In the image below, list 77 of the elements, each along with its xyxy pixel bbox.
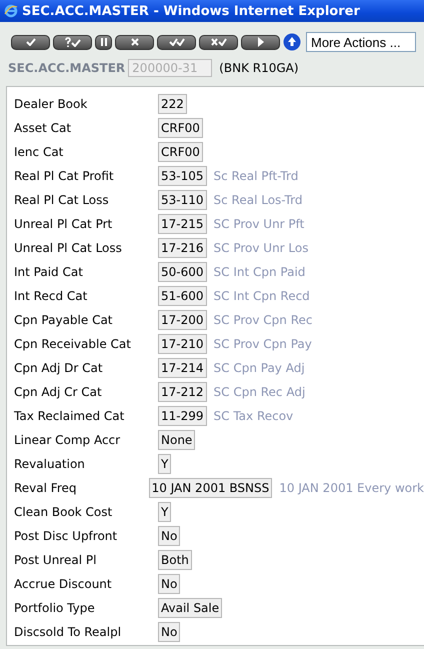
toolbar-button[interactable] bbox=[157, 34, 196, 50]
field-description: Sc Real Los-Trd bbox=[214, 193, 302, 207]
field-value: 17-210 bbox=[158, 334, 207, 354]
cross-check-icon bbox=[210, 38, 226, 46]
field-label: Int Recd Cat bbox=[14, 289, 88, 303]
field-value: CRF00 bbox=[158, 142, 203, 162]
field-label: Linear Comp Accr bbox=[14, 433, 122, 447]
double-check-icon bbox=[168, 38, 184, 46]
field-label: Cpn Adj Cr Cat bbox=[14, 385, 103, 399]
window-title: SEC.ACC.MASTER - Windows Internet Explorer bbox=[22, 4, 360, 18]
field-value: Avail Sale bbox=[158, 598, 222, 618]
toolbar-button[interactable] bbox=[11, 34, 50, 50]
field-label: Cpn Receivable Cat bbox=[14, 337, 132, 351]
company-code: (BNK R10GA) bbox=[219, 61, 299, 75]
field-label: Unreal Pl Cat Loss bbox=[14, 241, 123, 255]
field-label: Clean Book Cost bbox=[14, 505, 114, 519]
field-value: 53-105 bbox=[158, 166, 207, 186]
cross-icon bbox=[130, 38, 138, 46]
field-label: Dealer Book bbox=[14, 97, 88, 111]
field-value: No bbox=[158, 574, 180, 594]
field-description: 10 JAN 2001 Every work bbox=[279, 481, 424, 495]
browser-icon bbox=[4, 4, 18, 18]
field-value: 51-600 bbox=[158, 286, 207, 306]
field-label: Int Paid Cat bbox=[14, 265, 84, 279]
field-label: Portfolio Type bbox=[14, 601, 96, 615]
field-value: 17-214 bbox=[158, 358, 207, 378]
play-icon bbox=[258, 37, 264, 47]
field-value: 222 bbox=[158, 94, 187, 114]
field-description: SC Prov Unr Pft bbox=[214, 217, 304, 231]
toolbar-button[interactable] bbox=[115, 34, 154, 50]
field-value: 17-216 bbox=[158, 238, 207, 258]
field-value: 17-212 bbox=[158, 382, 207, 402]
field-value: 17-215 bbox=[158, 214, 207, 234]
field-label: Cpn Adj Dr Cat bbox=[14, 361, 104, 375]
question-check-icon bbox=[64, 37, 80, 47]
field-description: SC Prov Unr Los bbox=[214, 241, 308, 255]
field-value: 17-200 bbox=[158, 310, 207, 330]
field-label: Tax Reclaimed Cat bbox=[14, 409, 126, 423]
field-label: Revaluation bbox=[14, 457, 86, 471]
toolbar-button[interactable] bbox=[199, 34, 238, 50]
field-description: Sc Real Pft-Trd bbox=[214, 169, 298, 183]
application-name: SEC.ACC.MASTER bbox=[8, 61, 126, 75]
field-label: Real Pl Cat Loss bbox=[14, 193, 110, 207]
field-label: Unreal Pl Cat Prt bbox=[14, 217, 114, 231]
field-description: SC Prov Cpn Pay bbox=[214, 337, 312, 351]
more-actions-field[interactable]: More Actions ... bbox=[306, 32, 416, 52]
toolbar-button[interactable] bbox=[241, 34, 280, 50]
field-description: SC Tax Recov bbox=[214, 409, 294, 423]
field-value: Y bbox=[158, 502, 172, 522]
field-value: Y bbox=[158, 454, 172, 474]
field-label: Real Pl Cat Profit bbox=[14, 169, 115, 183]
pause-icon bbox=[100, 38, 106, 46]
field-value: 10 JAN 2001 BSNSS bbox=[148, 478, 272, 498]
toolbar-button[interactable] bbox=[95, 34, 112, 50]
field-label: Post Disc Upfront bbox=[14, 529, 118, 543]
field-description: SC Prov Cpn Rec bbox=[214, 313, 312, 327]
field-label: Post Unreal Pl bbox=[14, 553, 98, 567]
toolbar-button[interactable] bbox=[53, 34, 92, 50]
field-description: SC Int Cpn Recd bbox=[214, 289, 310, 303]
field-value: CRF00 bbox=[158, 118, 203, 138]
field-value: No bbox=[158, 526, 180, 546]
field-label: Ienc Cat bbox=[14, 145, 64, 159]
field-value: 53-110 bbox=[158, 190, 207, 210]
field-description: SC Cpn Rec Adj bbox=[214, 385, 306, 399]
field-label: Cpn Payable Cat bbox=[14, 313, 114, 327]
field-value: Both bbox=[158, 550, 192, 570]
check-icon bbox=[26, 38, 36, 46]
field-label: Discsold To Realpl bbox=[14, 625, 122, 639]
field-value: None bbox=[158, 430, 196, 450]
field-label: Accrue Discount bbox=[14, 577, 113, 591]
field-value: No bbox=[158, 622, 180, 642]
field-label: Reval Freq bbox=[14, 481, 78, 495]
field-description: SC Cpn Pay Adj bbox=[214, 361, 305, 375]
field-value: 11-299 bbox=[158, 406, 207, 426]
field-label: Asset Cat bbox=[14, 121, 72, 135]
field-value: 50-600 bbox=[158, 262, 207, 282]
field-description: SC Int Cpn Paid bbox=[214, 265, 306, 279]
